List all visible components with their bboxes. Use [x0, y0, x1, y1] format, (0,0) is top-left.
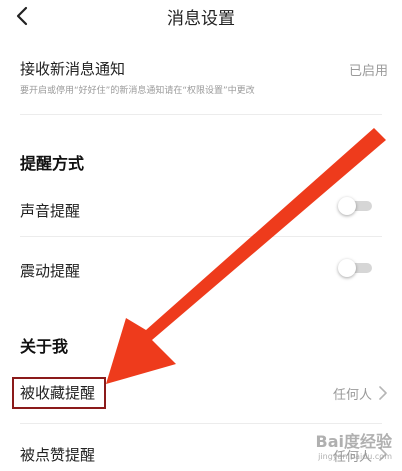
liked-reminder-label: 被点赞提醒 — [20, 446, 96, 464]
receive-notifications-note: 要开启或停用“好好住”的新消息通知请在“权限设置”中更改 — [20, 86, 255, 96]
page-title: 消息设置 — [167, 9, 235, 29]
annotation-highlight-box — [12, 377, 106, 409]
watermark-logo: Bai度经验 jingyan.baidu.com — [316, 428, 392, 461]
vibration-reminder-label: 震动提醒 — [20, 262, 81, 280]
divider — [20, 423, 382, 424]
watermark-main: Bai度经验 — [315, 432, 392, 451]
sound-reminder-row[interactable]: 声音提醒 — [0, 184, 402, 234]
watermark-sub: jingyan.baidu.com — [318, 452, 392, 461]
section-title-about: 关于我 — [20, 337, 69, 356]
receive-notifications-row[interactable]: 接收新消息通知 已启用 要开启或停用“好好住”的新消息通知请在“权限设置”中更改 — [0, 34, 402, 114]
nav-header: 消息设置 — [0, 0, 402, 34]
vibration-reminder-row[interactable]: 震动提醒 — [0, 244, 402, 294]
divider — [20, 114, 382, 115]
receive-notifications-label: 接收新消息通知 — [20, 60, 126, 78]
divider — [20, 236, 382, 237]
toggle-knob — [338, 197, 356, 215]
vibration-reminder-toggle[interactable] — [338, 259, 372, 277]
receive-notifications-status: 已启用 — [348, 64, 388, 79]
sound-reminder-label: 声音提醒 — [20, 202, 81, 220]
chevron-right-icon — [379, 386, 387, 400]
favorited-reminder-value: 任何人 — [332, 388, 372, 403]
section-title-reminder: 提醒方式 — [20, 154, 85, 173]
message-settings-screen: 消息设置 接收新消息通知 已启用 要开启或停用“好好住”的新消息通知请在“权限设… — [0, 0, 402, 471]
toggle-knob — [338, 259, 356, 277]
sound-reminder-toggle[interactable] — [338, 197, 372, 215]
